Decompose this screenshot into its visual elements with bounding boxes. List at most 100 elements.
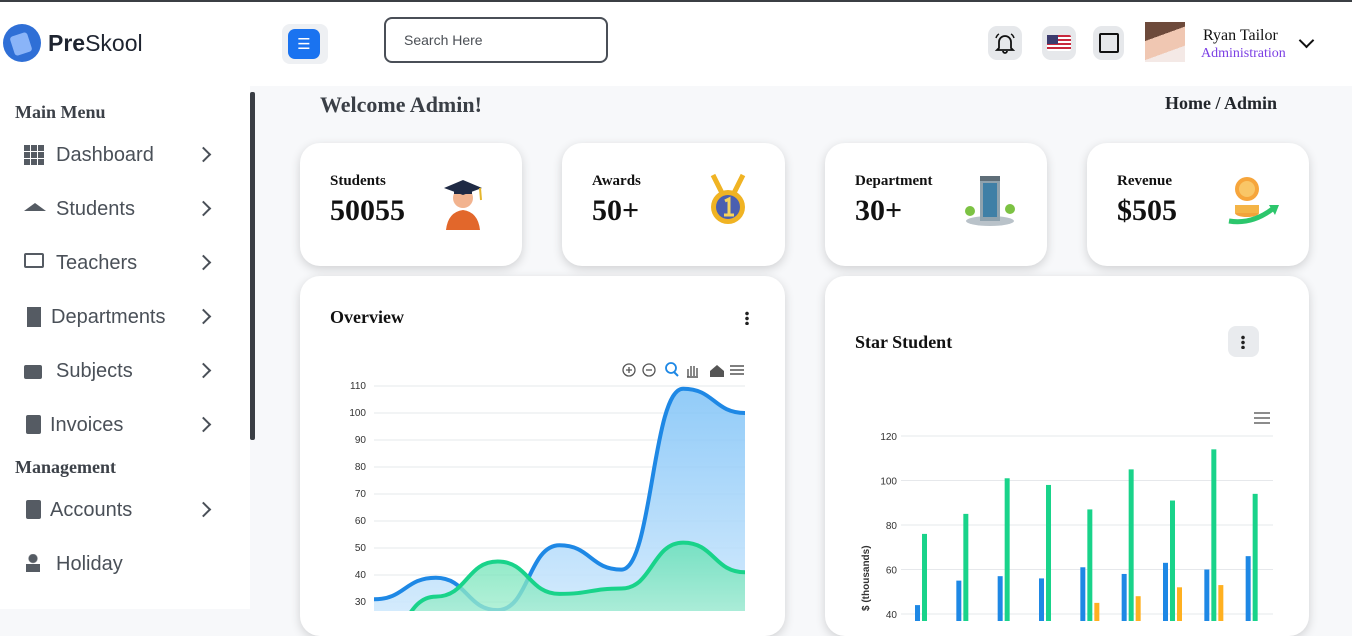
stat-value: $505	[1117, 194, 1177, 227]
bar-series-2-5	[1087, 509, 1093, 621]
sidebar-item-label: Holiday	[56, 552, 123, 575]
chevron-right-icon	[195, 254, 212, 271]
bar-series-2-8	[1211, 449, 1217, 621]
stat-label: Awards	[592, 173, 641, 189]
fullscreen-icon	[1098, 33, 1119, 53]
sidebar-item-accounts[interactable]: Accounts	[24, 495, 224, 525]
bar-series-2-1	[922, 533, 927, 621]
y-tick-label: 110	[350, 381, 366, 392]
bar-series-2-4	[1046, 484, 1051, 621]
brand-logo[interactable]: PreSkool	[3, 24, 143, 62]
y-tick-label: 90	[355, 435, 367, 446]
stat-card-revenue[interactable]: Revenue $505	[1087, 143, 1309, 266]
sidebar: Main Menu Dashboard Students Teachers De…	[0, 86, 250, 609]
chevron-right-icon	[195, 362, 212, 379]
sidebar-item-teachers[interactable]: Teachers	[24, 248, 224, 278]
sidebar-item-label: Teachers	[56, 251, 138, 274]
y-tick-label: 30	[355, 597, 367, 608]
search-input[interactable]	[384, 17, 608, 63]
sidebar-item-invoices[interactable]: Invoices	[24, 410, 224, 440]
bar-series-1-3	[997, 576, 1003, 621]
sidebar-item-label: Invoices	[50, 413, 124, 436]
stat-value: 50055	[330, 194, 405, 227]
medal-icon	[710, 173, 746, 224]
language-button[interactable]	[1042, 26, 1076, 60]
bar-series-2-7	[1170, 500, 1175, 621]
sidebar-scrollbar[interactable]	[250, 92, 255, 440]
bar-series-2-2	[963, 513, 969, 621]
sidebar-item-holiday[interactable]: Holiday	[24, 549, 224, 579]
top-header: PreSkool ☰ Ryan Tailor Administration	[0, 2, 1352, 86]
book-box-icon	[24, 361, 44, 381]
menu-icon: ☰	[288, 29, 320, 59]
y-tick-label: 40	[886, 610, 898, 621]
overview-panel: Overview 110 100 90 80 70 60 50 40 30	[300, 276, 785, 636]
stat-label: Students	[330, 173, 386, 189]
y-tick-label: 120	[880, 432, 897, 443]
star-student-title: Star Student	[855, 332, 953, 352]
sidebar-item-subjects[interactable]: Subjects	[24, 356, 224, 386]
overview-title: Overview	[330, 307, 404, 327]
fullscreen-button[interactable]	[1093, 26, 1124, 60]
building-3d-icon	[965, 176, 1015, 226]
y-tick-label: 70	[355, 489, 367, 500]
coins-growth-icon	[1228, 177, 1279, 225]
stat-card-department[interactable]: Department 30+	[825, 143, 1047, 266]
brand-name: PreSkool	[48, 29, 143, 56]
overview-chart: 110 100 90 80 70 60 50 40 30	[349, 381, 746, 611]
chevron-right-icon	[195, 416, 212, 433]
bar-series-1-7	[1163, 562, 1168, 621]
bar-series-3-8	[1218, 585, 1224, 621]
sidebar-item-departments[interactable]: Departments	[24, 302, 224, 332]
sidebar-item-label: Departments	[51, 305, 166, 328]
user-role: Administration	[1201, 46, 1286, 61]
holiday-icon	[24, 554, 44, 574]
user-name: Ryan Tailor	[1203, 27, 1278, 44]
bar-series-1-1	[915, 605, 920, 621]
sidebar-item-label: Accounts	[50, 498, 133, 521]
stat-value: 30+	[855, 194, 903, 227]
dashboard-grid-icon	[24, 145, 44, 165]
bar-series-1-2	[956, 580, 962, 621]
stat-value: 50+	[592, 194, 640, 227]
sidebar-item-students[interactable]: Students	[24, 194, 224, 224]
breadcrumb: Home / Admin	[1165, 93, 1278, 113]
building-icon	[24, 307, 41, 327]
y-tick-label: 60	[355, 516, 367, 527]
chevron-right-icon	[195, 501, 212, 518]
bar-series-1-5	[1080, 567, 1086, 621]
us-flag-icon	[1047, 35, 1071, 51]
chevron-down-icon[interactable]	[1298, 32, 1315, 49]
teacher-board-icon	[24, 253, 44, 273]
stat-card-students[interactable]: Students 50055	[300, 143, 522, 266]
management-title: Management	[15, 457, 116, 477]
star-student-menu-button[interactable]	[1228, 326, 1259, 357]
chevron-right-icon	[195, 146, 212, 163]
overview-menu-icon[interactable]	[745, 311, 749, 325]
sidebar-item-dashboard[interactable]: Dashboard	[24, 140, 224, 170]
main-menu-title: Main Menu	[15, 102, 106, 122]
sidebar-item-label: Students	[56, 197, 135, 220]
bell-icon	[994, 33, 1016, 54]
kebab-icon	[1241, 335, 1245, 349]
bar-series-1-4	[1039, 578, 1044, 621]
y-tick-label: 80	[886, 521, 898, 532]
y-tick-label: 40	[355, 570, 367, 581]
avatar[interactable]	[1145, 22, 1185, 62]
menu-toggle-button[interactable]: ☰	[282, 24, 328, 64]
sidebar-item-label: Subjects	[56, 359, 133, 382]
bar-series-1-8	[1204, 569, 1210, 621]
notifications-button[interactable]	[988, 26, 1022, 60]
stat-card-awards[interactable]: Awards 50+	[562, 143, 785, 266]
star-student-chart: 120 100 80 60 40 $ (thousands)	[861, 432, 1273, 621]
bar-series-3-7	[1177, 587, 1182, 621]
bar-series-1-9	[1245, 556, 1251, 621]
bar-series-3-5	[1094, 602, 1100, 621]
page-title: Welcome Admin!	[320, 92, 482, 117]
y-tick-label: 100	[349, 408, 366, 419]
bar-series-2-9	[1252, 493, 1258, 621]
chevron-right-icon	[195, 200, 212, 217]
graduation-cap-icon	[24, 199, 46, 219]
chevron-right-icon	[195, 308, 212, 325]
logo-icon	[3, 24, 41, 62]
